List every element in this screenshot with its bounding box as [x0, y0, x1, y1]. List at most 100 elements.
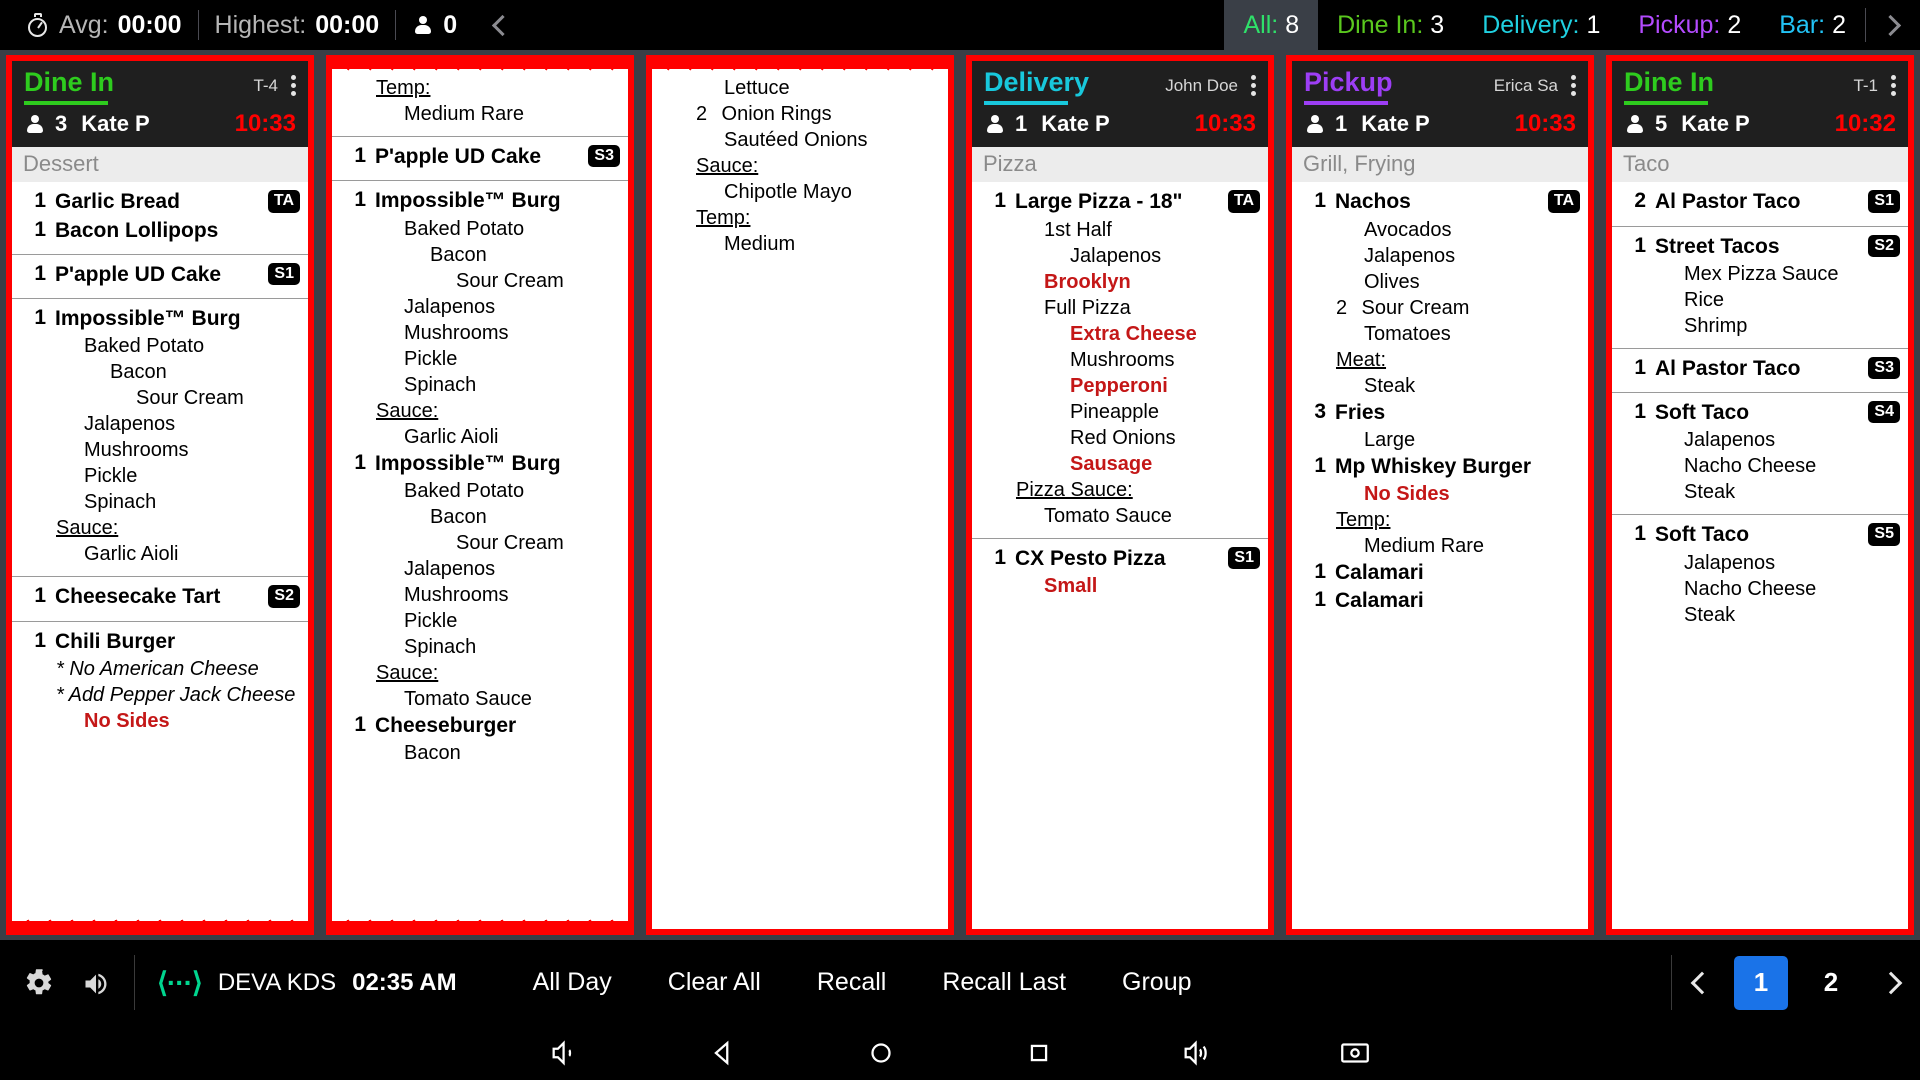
order-item-group[interactable]: 1 P'apple UD Cake S1	[12, 255, 308, 300]
order-item-row[interactable]: 1 Bacon Lollipops	[12, 217, 308, 245]
modifier-line: Avocados	[1364, 218, 1452, 241]
volume-down-icon[interactable]	[548, 1036, 582, 1070]
filter-tab-bar[interactable]: Bar: 2	[1760, 0, 1865, 50]
modifier-line: Mex Pizza Sauce	[1684, 262, 1839, 285]
order-item-group[interactable]: 1 Impossible™ Burg Baked Potato Bacon Sour C…	[332, 181, 628, 775]
recents-icon[interactable]	[1022, 1036, 1056, 1070]
order-menu-button[interactable]	[1251, 74, 1256, 97]
item-qty: 1	[354, 188, 366, 212]
filter-tab-delivery[interactable]: Delivery: 1	[1463, 0, 1619, 50]
order-card[interactable]: Dine In T-1 5 Kate P 10:32 Taco 2 Al Pastor Tac…	[1606, 55, 1914, 935]
filter-tab-pickup[interactable]: Pickup: 2	[1619, 0, 1760, 50]
order-item-group[interactable]: 1 P'apple UD Cake S3	[332, 137, 628, 182]
order-card[interactable]: Lettuce 2 Onion Rings Sautéed Onions Sauce:…	[646, 55, 954, 935]
item-seat-badge: S3	[1868, 356, 1900, 380]
page-button-1[interactable]: 1	[1734, 955, 1788, 1010]
toolbar-button-group[interactable]: Group	[1094, 940, 1219, 1025]
order-item-group[interactable]: 1 Garlic Bread TA 1 Bacon Lollipops	[12, 182, 308, 255]
modifier-line: Garlic Aioli	[84, 543, 179, 566]
order-item-group[interactable]: 2 Al Pastor Taco S1	[1612, 182, 1908, 227]
scroll-right-button[interactable]	[1866, 0, 1920, 50]
modifier-header: Sauce:	[56, 517, 119, 540]
order-item-row[interactable]: 1 Calamari	[1292, 559, 1588, 587]
item-name: Impossible™ Burg	[375, 451, 561, 475]
order-card-slot: Lettuce 2 Onion Rings Sautéed Onions Sauce:…	[640, 55, 960, 935]
order-item-row[interactable]: 1 Cheeseburger	[332, 712, 628, 740]
toolbar-button-recall-last[interactable]: Recall Last	[914, 940, 1094, 1025]
order-item-row[interactable]: 1 Soft Taco S4	[1612, 399, 1908, 427]
order-item-group[interactable]: 1 Impossible™ Burg Baked Potato Bacon Sour C…	[12, 299, 308, 578]
modifier-line: Jalapenos	[1684, 551, 1776, 574]
order-type-underline	[1304, 101, 1388, 106]
order-card[interactable]: Dine In T-4 3 Kate P 10:33 Dessert 1 Garlic Bre…	[6, 55, 314, 935]
order-item-group[interactable]: 1 Soft Taco S5 Jalapenos Nacho Cheese Steak	[1612, 515, 1908, 636]
order-item-row[interactable]: 1 P'apple UD Cake S1	[12, 261, 308, 289]
order-card[interactable]: Delivery John Doe 1 Kate P 10:33 Pizza 1 Large …	[966, 55, 1274, 935]
page-button-2[interactable]: 2	[1804, 956, 1858, 1010]
order-card-inner: Delivery John Doe 1 Kate P 10:33 Pizza 1 Large …	[972, 61, 1268, 929]
order-item-group[interactable]: 1 Soft Taco S4 Jalapenos Nacho Cheese Steak	[1612, 393, 1908, 516]
person-icon	[412, 14, 434, 36]
pagination: 12	[1671, 940, 1920, 1025]
order-item-row[interactable]: 1 Soft Taco S5	[1612, 521, 1908, 549]
order-item-group[interactable]: Lettuce 2 Onion Rings Sautéed Onions Sauce:…	[652, 69, 948, 266]
item-name: Large Pizza - 18"	[1015, 190, 1183, 214]
modifier-header: Temp:	[696, 207, 751, 229]
item-qty: 1	[1314, 560, 1326, 584]
deva-logo-icon: ⟨···⟩	[157, 967, 203, 998]
order-item-row[interactable]: 1 P'apple UD Cake S3	[332, 143, 628, 171]
order-item-row[interactable]: 1 Garlic Bread TA	[12, 188, 308, 216]
home-icon[interactable]	[864, 1036, 898, 1070]
page-prev-button[interactable]	[1672, 956, 1726, 1010]
order-item-group[interactable]: Temp: Medium Rare	[332, 69, 628, 137]
modifier-line: Jalapenos	[84, 413, 176, 436]
scroll-left-button[interactable]	[473, 0, 528, 50]
toolbar-button-all-day[interactable]: All Day	[505, 940, 640, 1025]
order-item-row[interactable]: 1 Mp Whiskey Burger	[1292, 453, 1588, 481]
order-item-row[interactable]: 1 Cheesecake Tart S2	[12, 583, 308, 611]
speaker-icon[interactable]	[80, 970, 110, 996]
back-icon[interactable]	[706, 1036, 740, 1070]
order-card[interactable]: Pickup Erica Sa 1 Kate P 10:33 Grill, Frying 1…	[1286, 55, 1594, 935]
order-item-group[interactable]: 1 Large Pizza - 18" TA 1st Half Jalapenos Bro…	[972, 182, 1268, 539]
toolbar-button-recall[interactable]: Recall	[789, 940, 914, 1025]
guest-count: 3	[55, 111, 68, 137]
order-item-group[interactable]: 1 Street Tacos S2 Mex Pizza Sauce Rice Shrimp	[1612, 227, 1908, 349]
modifier-line: Tomato Sauce	[1044, 504, 1172, 527]
item-seat-badge: S1	[268, 262, 300, 286]
volume-up-icon[interactable]	[1180, 1036, 1214, 1070]
order-item-row[interactable]: 3 Fries	[1292, 399, 1588, 427]
order-item-row[interactable]: 1 Impossible™ Burg	[12, 305, 308, 333]
order-item-row[interactable]: 1 Impossible™ Burg	[332, 187, 628, 215]
item-seat-badge: TA	[1547, 190, 1580, 213]
order-item-group[interactable]: 1 Al Pastor Taco S3	[1612, 349, 1908, 394]
modifier-line: Extra Cheese	[1070, 322, 1197, 345]
modifier-line: 2 Onion Rings	[696, 103, 832, 125]
order-card[interactable]: Temp: Medium Rare 1 P'apple UD Cake S3 1 Impos…	[326, 55, 634, 935]
page-next-button[interactable]	[1866, 956, 1920, 1010]
filter-tab-all[interactable]: All: 8	[1224, 0, 1319, 50]
gear-icon[interactable]	[24, 968, 54, 998]
order-item-row[interactable]: 1 Chili Burger	[12, 628, 308, 656]
modifier-line: * Add Pepper Jack Cheese	[56, 683, 296, 706]
order-item-group[interactable]: 1 Cheesecake Tart S2	[12, 577, 308, 622]
order-menu-button[interactable]	[291, 74, 296, 97]
order-item-row[interactable]: 2 Al Pastor Taco S1	[1612, 188, 1908, 216]
order-item-row[interactable]: 1 Impossible™ Burg	[332, 450, 628, 478]
order-item-group[interactable]: 1 Nachos TA Avocados Jalapenos Olives 2 Sour C…	[1292, 182, 1588, 624]
order-item-row[interactable]: 1 Nachos TA	[1292, 188, 1588, 216]
order-item-group[interactable]: 1 Chili Burger * No American Cheese * Add P…	[12, 622, 308, 743]
order-menu-button[interactable]	[1891, 74, 1896, 97]
toolbar-button-clear-all[interactable]: Clear All	[640, 940, 789, 1025]
order-item-row[interactable]: 1 Calamari	[1292, 587, 1588, 615]
order-item-group[interactable]: 1 CX Pesto Pizza S1 Small	[972, 539, 1268, 608]
order-item-row[interactable]: 1 CX Pesto Pizza S1	[972, 545, 1268, 573]
order-item-row[interactable]: 1 Large Pizza - 18" TA	[972, 188, 1268, 216]
order-menu-button[interactable]	[1571, 74, 1576, 97]
screenshot-icon[interactable]	[1338, 1036, 1372, 1070]
order-item-row[interactable]: 1 Al Pastor Taco S3	[1612, 355, 1908, 383]
item-name: Cheeseburger	[375, 713, 517, 737]
item-name: Fries	[1335, 400, 1386, 424]
order-item-row[interactable]: 1 Street Tacos S2	[1612, 233, 1908, 261]
filter-tab-dinein[interactable]: Dine In: 3	[1318, 0, 1463, 50]
